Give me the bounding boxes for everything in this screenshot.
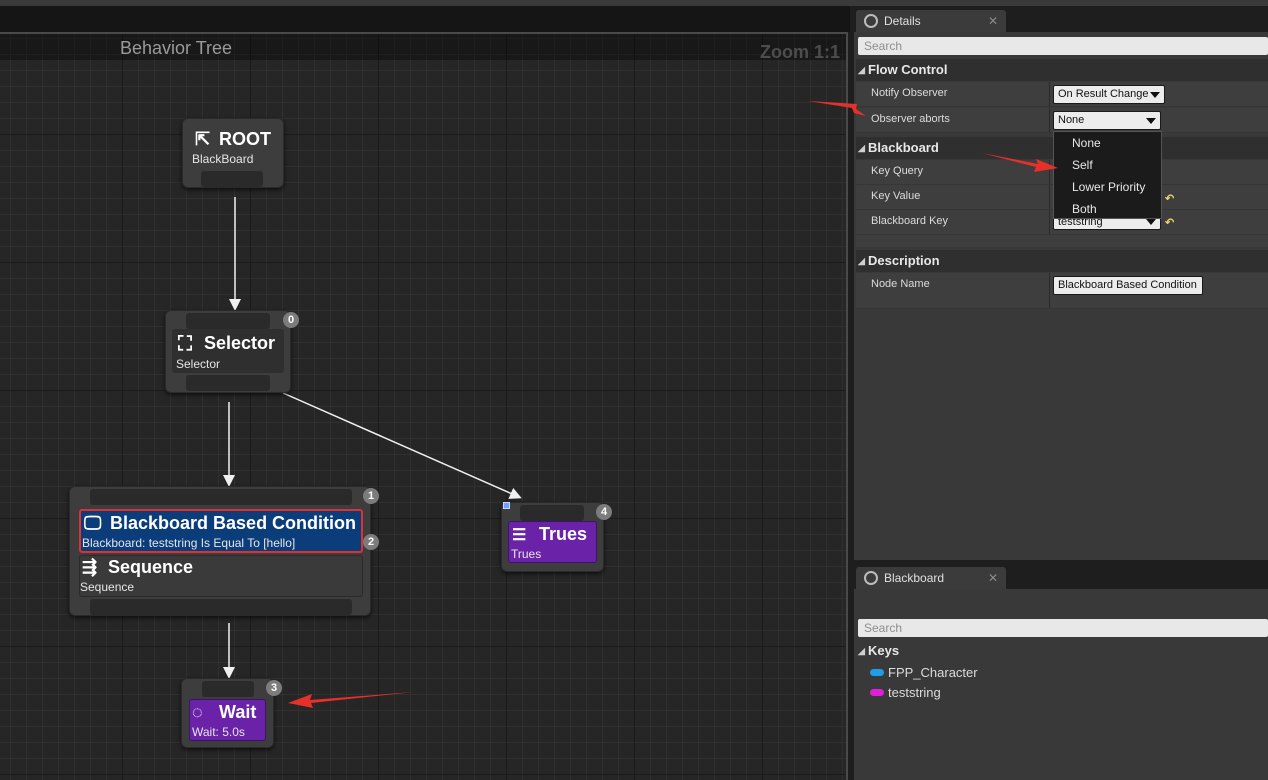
condition-title: Blackboard Based Condition <box>110 513 357 533</box>
observer-aborts-label: Observer aborts <box>871 113 950 125</box>
sequence-index-badge: 1 <box>363 488 379 504</box>
details-tab-icon <box>864 14 878 28</box>
decorator-index-badge: 2 <box>363 534 379 550</box>
blackboard-section-label: Blackboard <box>868 140 939 155</box>
wait-input-pin[interactable] <box>202 681 254 697</box>
collapse-triangle-icon: ◢ <box>858 256 865 266</box>
condition-subtitle: Blackboard: teststring Is Equal To [hell… <box>82 536 296 550</box>
option-none[interactable]: None <box>1054 132 1161 154</box>
collapse-triangle-icon: ◢ <box>858 646 865 656</box>
details-tabbar: Details ✕ <box>852 10 1268 32</box>
selector-node[interactable]: ⛶ Selector Selector <box>165 310 291 393</box>
details-tab-label: Details <box>884 14 921 28</box>
column-divider <box>1049 273 1050 308</box>
wait-node[interactable]: ◌ Wait Wait: 5.0s <box>181 678 274 748</box>
observer-aborts-value: None <box>1058 114 1085 126</box>
description-section-label: Description <box>868 253 940 268</box>
node-name-input[interactable]: Blackboard Based Condition <box>1053 276 1203 295</box>
sequence-icon: ⇶ <box>82 557 98 577</box>
sequence-subtitle: Sequence <box>80 580 135 594</box>
task-icon: ☰ <box>512 527 527 544</box>
key-value-label: Key Value <box>871 190 921 202</box>
keys-label: Keys <box>868 643 900 658</box>
flow-control-label: Flow Control <box>868 62 948 77</box>
blackboard-tab[interactable]: Blackboard ✕ <box>856 567 1006 589</box>
sequence-title: Sequence <box>108 557 194 577</box>
notify-observer-value: On Result Change <box>1058 88 1149 100</box>
details-close-icon[interactable]: ✕ <box>988 10 998 32</box>
trues-input-pin[interactable] <box>520 505 584 521</box>
column-divider <box>1049 160 1050 184</box>
option-both[interactable]: Both <box>1054 198 1161 220</box>
root-node[interactable]: ⇱ ROOT BlackBoard <box>182 118 284 188</box>
observer-aborts-combo[interactable]: None <box>1053 111 1161 130</box>
selector-index-badge: 0 <box>283 312 299 328</box>
selector-output-pin[interactable] <box>186 375 270 391</box>
trues-title: Trues <box>539 524 588 544</box>
sequence-input-pin[interactable] <box>90 489 352 505</box>
selector-subtitle: Selector <box>176 357 221 371</box>
wait-subtitle: Wait: 5.0s <box>192 725 245 739</box>
selector-title: Selector <box>204 333 276 353</box>
details-tab[interactable]: Details ✕ <box>856 10 1006 32</box>
option-lower-priority[interactable]: Lower Priority <box>1054 176 1161 198</box>
trues-subtitle: Trues <box>511 547 542 561</box>
column-divider <box>1049 82 1050 106</box>
selector-icon: ⛶ <box>178 333 192 355</box>
observer-aborts-dropdown[interactable]: None Self Lower Priority Both <box>1053 131 1162 219</box>
blackboard-search-input[interactable]: Search <box>858 619 1268 637</box>
column-divider <box>1049 185 1050 209</box>
trues-index-badge: 4 <box>596 504 612 520</box>
selector-input-pin[interactable] <box>186 313 270 329</box>
key-type-swatch <box>870 689 884 696</box>
top-strip-dark <box>0 6 850 32</box>
blackboard-close-icon[interactable]: ✕ <box>988 567 998 589</box>
node-name-value: Blackboard Based Condition <box>1058 279 1197 291</box>
wait-title: Wait <box>219 702 257 722</box>
blackboard-key-label: Blackboard Key <box>871 215 949 227</box>
breakpoint-icon <box>503 502 510 509</box>
details-search-input[interactable]: Search <box>858 37 1268 55</box>
dropdown-arrow-icon <box>1146 118 1156 124</box>
wait-icon: ◌ <box>192 702 203 722</box>
blackboard-key-item[interactable]: FPP_Character <box>870 665 978 683</box>
node-name-label: Node Name <box>871 278 930 290</box>
root-subtitle: BlackBoard <box>192 152 254 166</box>
description-section-header[interactable]: ◢ Description <box>856 250 1268 272</box>
sequence-node[interactable]: 🖵 Blackboard Based Condition Blackboard:… <box>69 486 371 616</box>
wait-index-badge: 3 <box>266 680 282 696</box>
behavior-tree-graph[interactable]: Behavior Tree Zoom 1:1 ⇱ ROOT BlackBoard… <box>0 32 848 780</box>
key-name: FPP_Character <box>888 665 978 680</box>
notify-observer-combo[interactable]: On Result Change <box>1053 85 1165 104</box>
graph-wires <box>223 197 522 679</box>
collapse-triangle-icon: ◢ <box>858 143 865 153</box>
column-divider <box>1049 108 1050 132</box>
blackboard-tabbar: Blackboard ✕ <box>852 567 1268 589</box>
column-divider <box>1049 210 1050 234</box>
blackboard-section-footer <box>856 235 1268 247</box>
root-title: ROOT <box>219 129 271 149</box>
key-type-swatch <box>870 669 884 676</box>
flow-control-header[interactable]: ◢ Flow Control <box>856 59 1268 81</box>
option-self[interactable]: Self <box>1054 154 1161 176</box>
wire-selector-trues <box>282 392 522 499</box>
blackboard-condition-icon: 🖵 <box>84 513 102 533</box>
dropdown-arrow-icon <box>1150 92 1160 98</box>
reset-to-default-icon[interactable]: ↶ <box>1165 216 1174 229</box>
collapse-triangle-icon: ◢ <box>858 65 865 75</box>
keys-header[interactable]: ◢ Keys <box>856 640 1268 662</box>
blackboard-tab-icon <box>864 571 878 585</box>
root-output-pin[interactable] <box>201 171 263 187</box>
root-icon: ⇱ <box>195 129 211 149</box>
notify-observer-label: Notify Observer <box>871 87 948 99</box>
trues-node[interactable]: ☰ Trues Trues <box>501 502 604 572</box>
blackboard-tab-label: Blackboard <box>884 571 945 585</box>
key-name: teststring <box>888 685 941 700</box>
reset-to-default-icon[interactable]: ↶ <box>1165 192 1174 205</box>
key-query-label: Key Query <box>871 165 923 177</box>
blackboard-key-item[interactable]: teststring <box>870 685 941 703</box>
sequence-output-pin[interactable] <box>90 599 352 615</box>
